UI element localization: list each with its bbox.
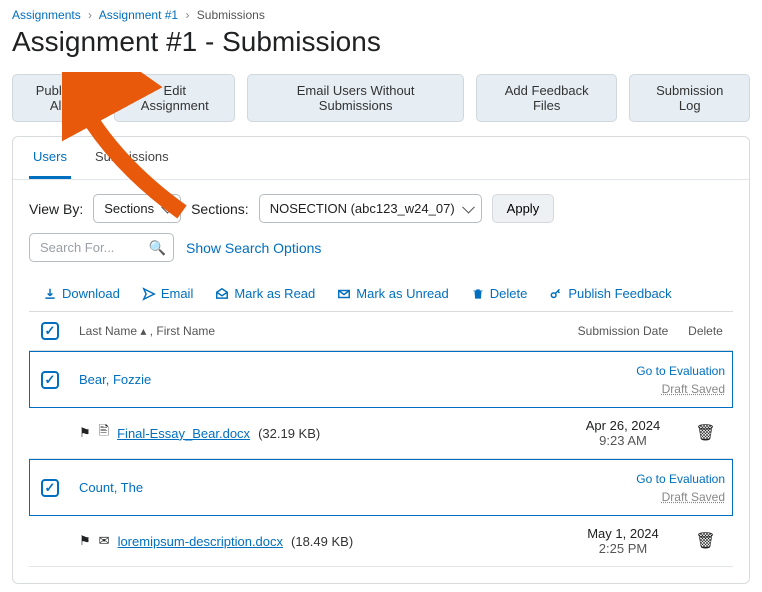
search-row: 🔍 Show Search Options bbox=[29, 233, 733, 262]
draft-saved-label: Draft Saved bbox=[662, 490, 725, 504]
student-name-link[interactable]: Count, The bbox=[79, 480, 143, 495]
send-icon bbox=[142, 287, 156, 301]
file-link[interactable]: Final-Essay_Bear.docx bbox=[117, 426, 250, 441]
action-buttons-row: Publish All Edit Assignment Email Users … bbox=[12, 74, 750, 122]
submission-time: 2:25 PM bbox=[576, 541, 670, 556]
tabs: Users Submissions bbox=[13, 137, 749, 180]
doc-icon: 🖹 bbox=[99, 422, 109, 444]
download-action[interactable]: Download bbox=[43, 286, 120, 301]
add-feedback-button[interactable]: Add Feedback Files bbox=[476, 74, 618, 122]
submission-log-button[interactable]: Submission Log bbox=[629, 74, 750, 122]
page-title: Assignment #1 - Submissions bbox=[12, 26, 750, 58]
breadcrumb-assignments[interactable]: Assignments bbox=[12, 8, 81, 22]
breadcrumb-current: Submissions bbox=[197, 8, 265, 22]
publish-all-button[interactable]: Publish All bbox=[12, 74, 102, 122]
date-header[interactable]: Submission Date bbox=[568, 312, 678, 351]
mail-icon: ✉ bbox=[99, 533, 110, 549]
edit-assignment-button[interactable]: Edit Assignment bbox=[114, 74, 235, 122]
row-checkbox[interactable] bbox=[41, 479, 59, 497]
student-row: Bear, Fozzie Go to Evaluation Draft Save… bbox=[29, 351, 733, 409]
file-size: (32.19 KB) bbox=[258, 426, 320, 441]
view-by-select[interactable]: Sections bbox=[93, 194, 181, 223]
student-row: Count, The Go to Evaluation Draft Saved bbox=[29, 459, 733, 517]
main-panel: Users Submissions View By: Sections Sect… bbox=[12, 136, 750, 584]
go-to-evaluation-link[interactable]: Go to Evaluation bbox=[636, 364, 725, 378]
download-icon bbox=[43, 287, 57, 301]
apply-button[interactable]: Apply bbox=[492, 194, 555, 223]
select-all-checkbox[interactable] bbox=[41, 322, 59, 340]
file-row: ⚑ 🖹 Final-Essay_Bear.docx (32.19 KB) Apr… bbox=[29, 408, 733, 459]
sections-label: Sections: bbox=[191, 201, 249, 217]
email-action[interactable]: Email bbox=[142, 286, 194, 301]
submission-time: 9:23 AM bbox=[576, 433, 670, 448]
file-link[interactable]: loremipsum-description.docx bbox=[118, 534, 283, 549]
delete-file-button[interactable]: 🗑 bbox=[695, 425, 715, 442]
bulk-action-row: Download Email Mark as Read Mark as Unre… bbox=[29, 286, 733, 301]
row-checkbox[interactable] bbox=[41, 371, 59, 389]
go-to-evaluation-link[interactable]: Go to Evaluation bbox=[636, 472, 725, 486]
submission-date: Apr 26, 2024 bbox=[576, 418, 670, 433]
submission-date: May 1, 2024 bbox=[576, 526, 670, 541]
mail-open-icon bbox=[215, 287, 229, 301]
trash-icon bbox=[471, 287, 485, 301]
name-header[interactable]: Last Name ▴ , First Name bbox=[71, 312, 568, 351]
publish-feedback-action[interactable]: Publish Feedback bbox=[549, 286, 671, 301]
sections-select[interactable]: NOSECTION (abc123_w24_07) bbox=[259, 194, 482, 223]
breadcrumb: Assignments › Assignment #1 › Submission… bbox=[12, 8, 750, 22]
breadcrumb-assignment1[interactable]: Assignment #1 bbox=[99, 8, 178, 22]
delete-file-button[interactable]: 🗑 bbox=[695, 533, 715, 550]
mark-unread-action[interactable]: Mark as Unread bbox=[337, 286, 448, 301]
submissions-table: Last Name ▴ , First Name Submission Date… bbox=[29, 311, 733, 567]
delete-action[interactable]: Delete bbox=[471, 286, 528, 301]
delete-header: Delete bbox=[678, 312, 733, 351]
tab-submissions[interactable]: Submissions bbox=[91, 137, 173, 179]
student-name-link[interactable]: Bear, Fozzie bbox=[79, 372, 151, 387]
mail-icon bbox=[337, 287, 351, 301]
flag-icon[interactable]: ⚑ bbox=[79, 533, 91, 549]
mark-read-action[interactable]: Mark as Read bbox=[215, 286, 315, 301]
show-search-options[interactable]: Show Search Options bbox=[186, 240, 321, 256]
email-users-button[interactable]: Email Users Without Submissions bbox=[247, 74, 464, 122]
view-by-label: View By: bbox=[29, 201, 83, 217]
flag-icon[interactable]: ⚑ bbox=[79, 425, 91, 441]
filter-row: View By: Sections Sections: NOSECTION (a… bbox=[29, 194, 733, 223]
draft-saved-label: Draft Saved bbox=[662, 382, 725, 396]
file-size: (18.49 KB) bbox=[291, 534, 353, 549]
search-icon[interactable]: 🔍 bbox=[149, 239, 166, 256]
tab-users[interactable]: Users bbox=[29, 137, 71, 179]
key-icon bbox=[549, 287, 563, 301]
